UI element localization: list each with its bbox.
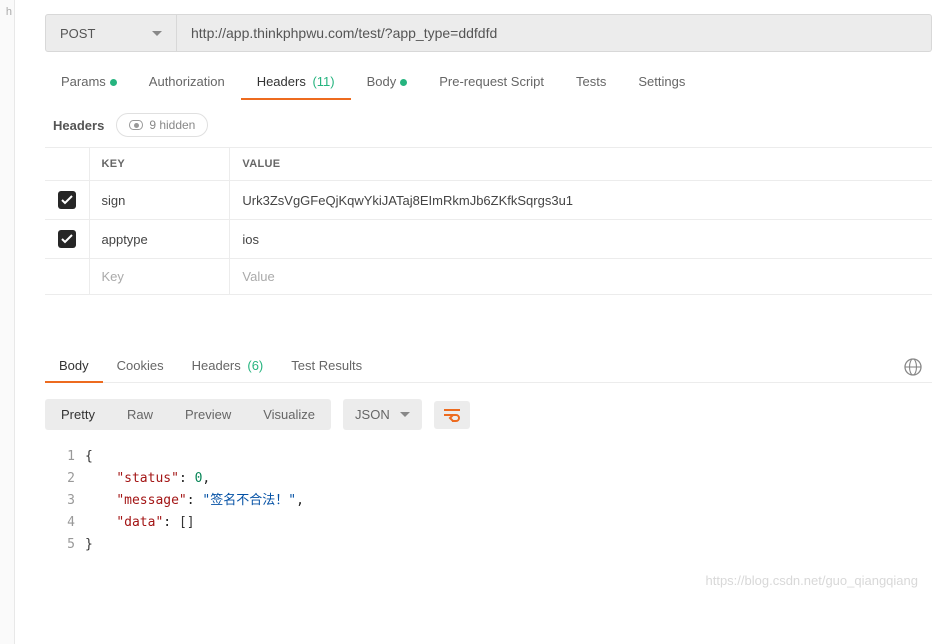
preview-button[interactable]: Preview bbox=[169, 399, 247, 430]
code-content: { "status": 0, "message": "签名不合法！", "dat… bbox=[85, 446, 932, 556]
status-dot-icon bbox=[400, 79, 407, 86]
tab-params[interactable]: Params bbox=[45, 64, 133, 99]
wrap-icon bbox=[443, 408, 461, 422]
headers-title: Headers bbox=[53, 118, 104, 133]
tab-authorization[interactable]: Authorization bbox=[133, 64, 241, 99]
col-value: VALUE bbox=[230, 148, 932, 181]
tab-settings[interactable]: Settings bbox=[622, 64, 701, 99]
check-icon bbox=[61, 195, 73, 205]
line-gutter: 1 2 3 4 5 bbox=[45, 446, 85, 556]
http-method-select[interactable]: POST bbox=[45, 14, 177, 52]
request-tabs: Params Authorization Headers (11) Body P… bbox=[45, 64, 932, 99]
table-row-new: Key Value bbox=[45, 259, 932, 295]
tab-response-cookies[interactable]: Cookies bbox=[103, 349, 178, 382]
tab-response-test-results[interactable]: Test Results bbox=[277, 349, 376, 382]
url-input[interactable]: http://app.thinkphpwu.com/test/?app_type… bbox=[177, 14, 932, 52]
response-view-mode: Pretty Raw Preview Visualize bbox=[45, 399, 331, 430]
header-value-input[interactable]: Value bbox=[230, 259, 932, 295]
eye-icon bbox=[129, 120, 143, 130]
pretty-button[interactable]: Pretty bbox=[45, 399, 111, 430]
col-key: KEY bbox=[89, 148, 230, 181]
tab-body[interactable]: Body bbox=[351, 64, 424, 99]
header-key-input[interactable]: Key bbox=[89, 259, 230, 295]
watermark: https://blog.csdn.net/guo_qiangqiang bbox=[705, 573, 918, 588]
tab-tests[interactable]: Tests bbox=[560, 64, 622, 99]
table-row: apptype ios bbox=[45, 220, 932, 259]
status-dot-icon bbox=[110, 79, 117, 86]
globe-icon[interactable] bbox=[904, 352, 932, 379]
response-tabs: Body Cookies Headers (6) Test Results bbox=[45, 349, 932, 383]
table-row: sign Urk3ZsVgGFeQjKqwYkiJATaj8EImRkmJb6Z… bbox=[45, 181, 932, 220]
tab-headers[interactable]: Headers (11) bbox=[241, 64, 351, 99]
col-checkbox bbox=[45, 148, 89, 181]
tab-response-headers[interactable]: Headers (6) bbox=[178, 349, 278, 382]
headers-table: KEY VALUE sign Urk3ZsVgGFeQjKqwYkiJATaj8… bbox=[45, 147, 932, 295]
response-format-select[interactable]: JSON bbox=[343, 399, 422, 430]
row-checkbox[interactable] bbox=[58, 230, 76, 248]
header-key-cell[interactable]: sign bbox=[89, 181, 230, 220]
tab-response-body[interactable]: Body bbox=[45, 349, 103, 382]
tab-prerequest[interactable]: Pre-request Script bbox=[423, 64, 560, 99]
check-icon bbox=[61, 234, 73, 244]
row-checkbox[interactable] bbox=[58, 191, 76, 209]
hidden-count-label: 9 hidden bbox=[149, 118, 195, 132]
sidebar-fragment: h bbox=[0, 0, 14, 18]
wrap-lines-button[interactable] bbox=[434, 401, 470, 429]
hidden-headers-toggle[interactable]: 9 hidden bbox=[116, 113, 208, 137]
chevron-down-icon bbox=[152, 31, 162, 36]
raw-button[interactable]: Raw bbox=[111, 399, 169, 430]
header-key-cell[interactable]: apptype bbox=[89, 220, 230, 259]
http-method-label: POST bbox=[60, 26, 95, 41]
header-value-cell[interactable]: ios bbox=[230, 220, 932, 259]
chevron-down-icon bbox=[400, 412, 410, 417]
visualize-button[interactable]: Visualize bbox=[247, 399, 331, 430]
header-value-cell[interactable]: Urk3ZsVgGFeQjKqwYkiJATaj8EImRkmJb6ZKfkSq… bbox=[230, 181, 932, 220]
